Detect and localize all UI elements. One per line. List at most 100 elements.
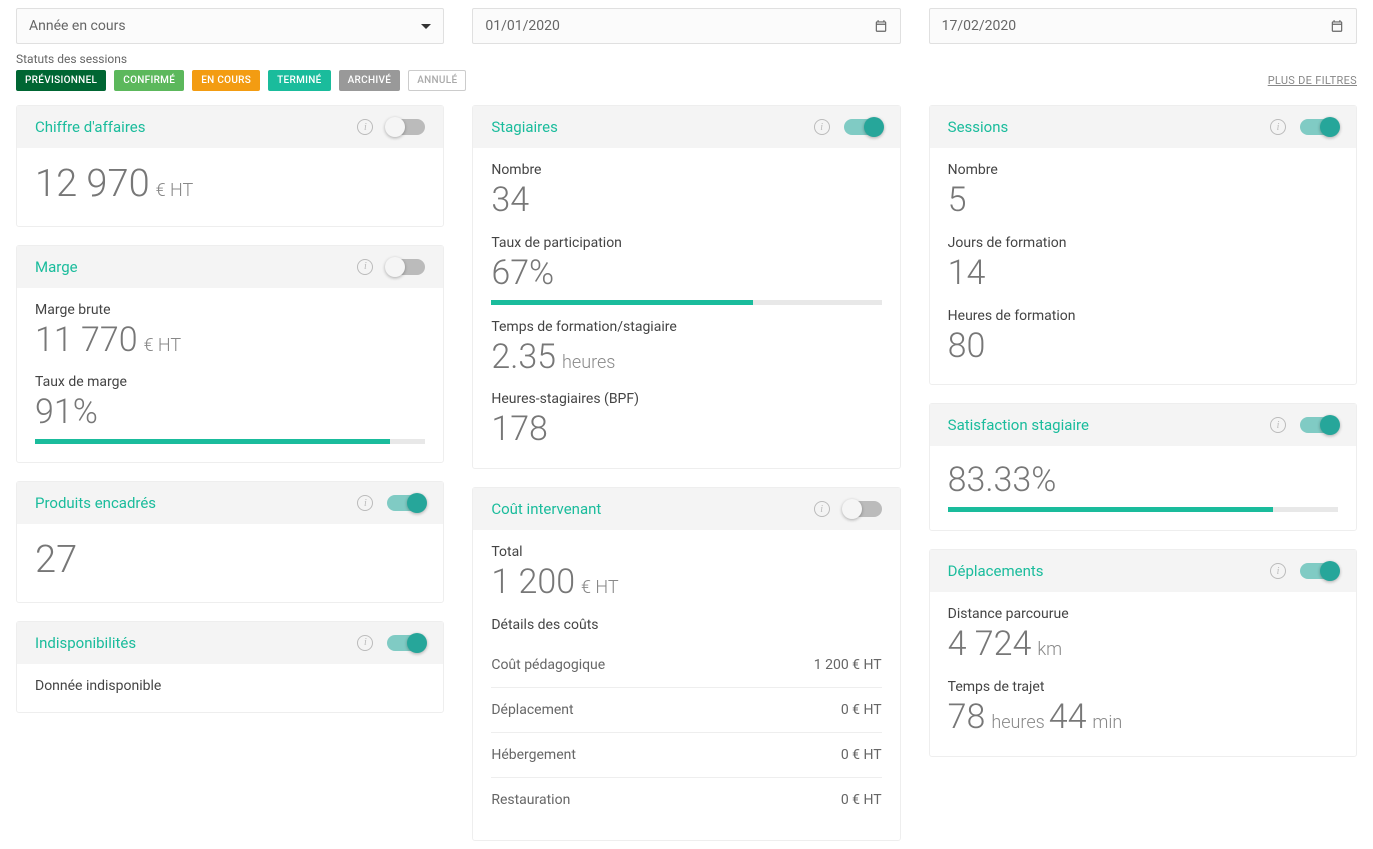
header-controls: i [814,119,882,135]
header-controls: i [357,495,425,511]
more-filters-link[interactable]: PLUS DE FILTRES [1268,74,1357,87]
metric-cost-total: Total 1 200 € HT [491,544,881,603]
training-time-unit: heures [562,352,615,373]
bpf-value: 178 [491,409,548,449]
card-travel-title: Déplacements [948,562,1044,580]
card-travel: Déplacements i Distance parcourue 4 724 … [929,549,1357,757]
col-2: Stagiaires i Nombre 34 Taux de participa… [472,105,900,841]
cost-row-value: 0 € HT [841,747,882,763]
distance-value: 4 724 [948,624,1032,664]
card-instructor-cost-body: Total 1 200 € HT Détails des coûts Coût … [473,530,899,840]
toggle-knob [407,633,427,653]
info-icon[interactable]: i [1270,417,1286,433]
card-satisfaction-body: 83.33% [930,446,1356,530]
card-products-body: 27 [17,524,443,602]
toggle-knob [407,493,427,513]
header-controls: i [357,259,425,275]
cost-row: Restauration0 € HT [491,777,881,822]
participation-label: Taux de participation [491,235,881,251]
status-label: Statuts des sessions [16,52,1357,66]
chip-termine[interactable]: TERMINÉ [268,70,330,91]
travel-time-value: 78 heures 44 min [948,713,1123,732]
toggle-products[interactable] [387,495,425,511]
calendar-icon [874,19,888,33]
toggle-knob [385,117,405,137]
chip-encours[interactable]: EN COURS [192,70,260,91]
session-count-label: Nombre [948,162,1338,178]
margin-progress-fill [35,439,390,444]
satisfaction-progress [948,507,1338,512]
info-icon[interactable]: i [357,259,373,275]
chevron-down-icon [421,24,431,29]
date-from-value: 01/01/2020 [485,18,560,34]
metric-bpf: Heures-stagiaires (BPF) 178 [491,391,881,450]
card-unavailability-title: Indisponibilités [35,634,136,652]
chip-annule[interactable]: ANNULÉ [408,70,466,91]
cost-total-unit: € HT [581,577,619,598]
header-controls: i [1270,119,1338,135]
distance-label: Distance parcourue [948,606,1338,622]
toggle-unavailability[interactable] [387,635,425,651]
cost-row-label: Restauration [491,792,570,808]
chip-confirme[interactable]: CONFIRMÉ [114,70,184,91]
card-instructor-cost-header: Coût intervenant i [473,488,899,530]
cost-row-value: 1 200 € HT [814,657,882,673]
toggle-revenue[interactable] [387,119,425,135]
gross-margin-unit: € HT [144,335,182,356]
chip-archive[interactable]: ARCHIVÉ [339,70,401,91]
card-revenue: Chiffre d'affaires i 12 970 € HT [16,105,444,227]
toggle-travel[interactable] [1300,563,1338,579]
header-controls: i [814,501,882,517]
card-margin: Marge i Marge brute 11 770 € HT Taux de … [16,245,444,464]
date-to-input[interactable]: 17/02/2020 [929,8,1357,44]
card-trainees-body: Nombre 34 Taux de participation 67% Temp… [473,148,899,468]
metric-gross-margin: Marge brute 11 770 € HT [35,302,425,361]
products-value: 27 [35,538,77,582]
card-sessions-title: Sessions [948,118,1009,136]
satisfaction-progress-fill [948,507,1273,512]
info-icon[interactable]: i [1270,119,1286,135]
period-select[interactable]: Année en cours [16,8,444,44]
toggle-margin[interactable] [387,259,425,275]
margin-rate-value: 91% [35,392,98,432]
card-instructor-cost: Coût intervenant i Total 1 200 € HT Déta… [472,487,900,841]
status-chips: PRÉVISIONNEL CONFIRMÉ EN COURS TERMINÉ A… [16,70,1357,91]
info-icon[interactable]: i [357,119,373,135]
toggle-knob [1320,415,1340,435]
chip-previsionnel[interactable]: PRÉVISIONNEL [16,70,106,91]
metric-session-days: Jours de formation 14 [948,235,1338,294]
card-sessions-body: Nombre 5 Jours de formation 14 Heures de… [930,148,1356,384]
distance-unit: km [1037,639,1062,660]
info-icon[interactable]: i [357,635,373,651]
info-icon[interactable]: i [814,501,830,517]
travel-min: 44 [1049,697,1087,737]
metric-products: 27 [35,538,425,584]
toggle-instructor-cost[interactable] [844,501,882,517]
metric-margin-rate: Taux de marge 91% [35,374,425,444]
card-unavailability: Indisponibilités i Donnée indisponible [16,621,444,713]
card-sessions-header: Sessions i [930,106,1356,148]
margin-progress [35,439,425,444]
cost-row-label: Hébergement [491,747,576,763]
gross-margin-label: Marge brute [35,302,425,318]
toggle-sessions[interactable] [1300,119,1338,135]
session-hours-label: Heures de formation [948,308,1338,324]
cost-row: Hébergement 0 € HT [491,732,881,777]
card-satisfaction-header: Satisfaction stagiaire i [930,404,1356,446]
col-3: Sessions i Nombre 5 Jours de formation 1… [929,105,1357,757]
date-from-input[interactable]: 01/01/2020 [472,8,900,44]
toggle-knob [842,499,862,519]
info-icon[interactable]: i [814,119,830,135]
cost-row-value: 0 € HT [841,702,882,718]
header-controls: i [1270,417,1338,433]
info-icon[interactable]: i [1270,563,1286,579]
toggle-satisfaction[interactable] [1300,417,1338,433]
session-count-value: 5 [948,180,967,220]
card-revenue-body: 12 970 € HT [17,148,443,226]
card-trainees: Stagiaires i Nombre 34 Taux de participa… [472,105,900,469]
info-icon[interactable]: i [357,495,373,511]
toggle-trainees[interactable] [844,119,882,135]
participation-progress [491,300,881,305]
travel-time-label: Temps de trajet [948,679,1338,695]
card-products-title: Produits encadrés [35,494,156,512]
